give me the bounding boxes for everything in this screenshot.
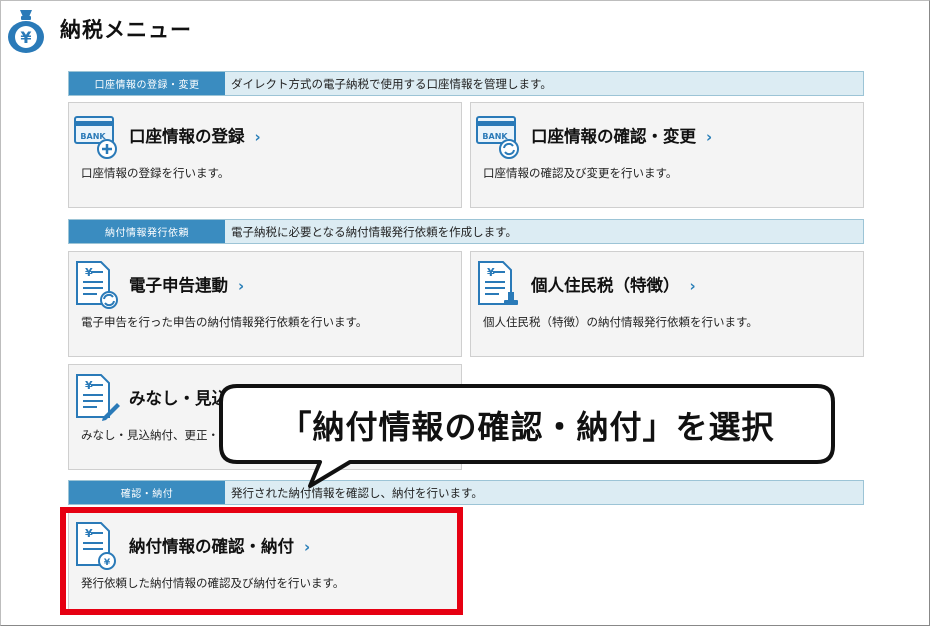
chevron-right-icon: › bbox=[254, 128, 261, 146]
bank-card-add-icon: BANK bbox=[74, 116, 117, 159]
card-desc-resident-tax: 個人住民税（特徴）の納付情報発行依頼を行います。 bbox=[483, 315, 758, 329]
chevron-right-icon: › bbox=[706, 128, 713, 146]
card-title-text: 電子申告連動 bbox=[129, 276, 228, 295]
card-title-register-account[interactable]: 口座情報の登録 › bbox=[129, 123, 261, 147]
chevron-right-icon: › bbox=[304, 538, 311, 556]
card-desc-confirm-payment: 発行依頼した納付情報の確認及び納付を行います。 bbox=[81, 576, 345, 590]
card-title-text: みなし・見込 bbox=[129, 389, 228, 408]
card-title-text: 個人住民税（特徴） bbox=[531, 276, 680, 295]
chevron-right-icon: › bbox=[238, 277, 245, 295]
yen-document-pencil-icon: ¥ bbox=[76, 374, 120, 421]
card-title-text: 口座情報の確認・変更 bbox=[531, 127, 696, 146]
svg-text:¥: ¥ bbox=[104, 558, 111, 568]
card-resident-tax[interactable]: ¥ 個人住民税（特徴） › 個人住民税（特徴）の納付情報発行依頼を行います。 bbox=[470, 251, 864, 357]
section-desc-request: 電子納税に必要となる納付情報発行依頼を作成します。 bbox=[231, 224, 518, 239]
card-e-filing[interactable]: ¥ 電子申告連動 › 電子申告を行った申告の納付情報発行依頼を行います。 bbox=[68, 251, 462, 357]
yen-document-coin-icon: ¥ ¥ bbox=[76, 522, 116, 570]
card-title-change-account[interactable]: 口座情報の確認・変更 › bbox=[531, 123, 712, 147]
bank-card-refresh-icon: BANK bbox=[476, 116, 519, 159]
callout-text: 「納付情報の確認・納付」を選択 bbox=[279, 408, 775, 446]
card-register-account[interactable]: BANK 口座情報の登録 › 口座情報の登録を行います。 bbox=[68, 102, 462, 208]
page-title: 納税メニュー bbox=[60, 18, 192, 42]
svg-text:BANK: BANK bbox=[80, 132, 106, 141]
section-label-request: 納付情報発行依頼 bbox=[69, 220, 225, 243]
yen-money-bag-icon: ¥ bbox=[8, 10, 44, 53]
chevron-right-icon: › bbox=[689, 277, 696, 295]
card-title-text: 納付情報の確認・納付 bbox=[129, 537, 294, 556]
card-title-e-filing[interactable]: 電子申告連動 › bbox=[129, 272, 244, 296]
section-request: 納付情報発行依頼 電子納税に必要となる納付情報発行依頼を作成します。 bbox=[68, 219, 864, 244]
card-desc-e-filing: 電子申告を行った申告の納付情報発行依頼を行います。 bbox=[81, 315, 368, 329]
card-title-estimated[interactable]: みなし・見込 bbox=[129, 385, 228, 409]
section-account: 口座情報の登録・変更 ダイレクト方式の電子納税で使用する口座情報を管理します。 bbox=[68, 71, 864, 96]
card-change-account[interactable]: BANK 口座情報の確認・変更 › 口座情報の確認及び変更を行います。 bbox=[470, 102, 864, 208]
svg-text:¥: ¥ bbox=[20, 28, 31, 47]
card-desc-register-account: 口座情報の登録を行います。 bbox=[81, 166, 230, 180]
card-confirm-payment[interactable]: ¥ ¥ 納付情報の確認・納付 › 発行依頼した納付情報の確認及び納付を行います。 bbox=[68, 512, 462, 612]
card-title-resident-tax[interactable]: 個人住民税（特徴） › bbox=[531, 272, 696, 296]
card-title-text: 口座情報の登録 bbox=[129, 127, 245, 146]
svg-text:BANK: BANK bbox=[482, 132, 508, 141]
section-desc-account: ダイレクト方式の電子納税で使用する口座情報を管理します。 bbox=[231, 76, 552, 91]
section-label-confirm: 確認・納付 bbox=[69, 481, 225, 504]
yen-document-refresh-icon: ¥ bbox=[76, 261, 118, 309]
card-title-confirm-payment[interactable]: 納付情報の確認・納付 › bbox=[129, 533, 310, 557]
card-desc-estimated: みなし・見込納付、更正・ bbox=[81, 428, 219, 442]
card-desc-change-account: 口座情報の確認及び変更を行います。 bbox=[483, 166, 678, 180]
yen-document-stamp-icon: ¥ bbox=[478, 261, 518, 305]
section-label-account: 口座情報の登録・変更 bbox=[69, 72, 225, 95]
